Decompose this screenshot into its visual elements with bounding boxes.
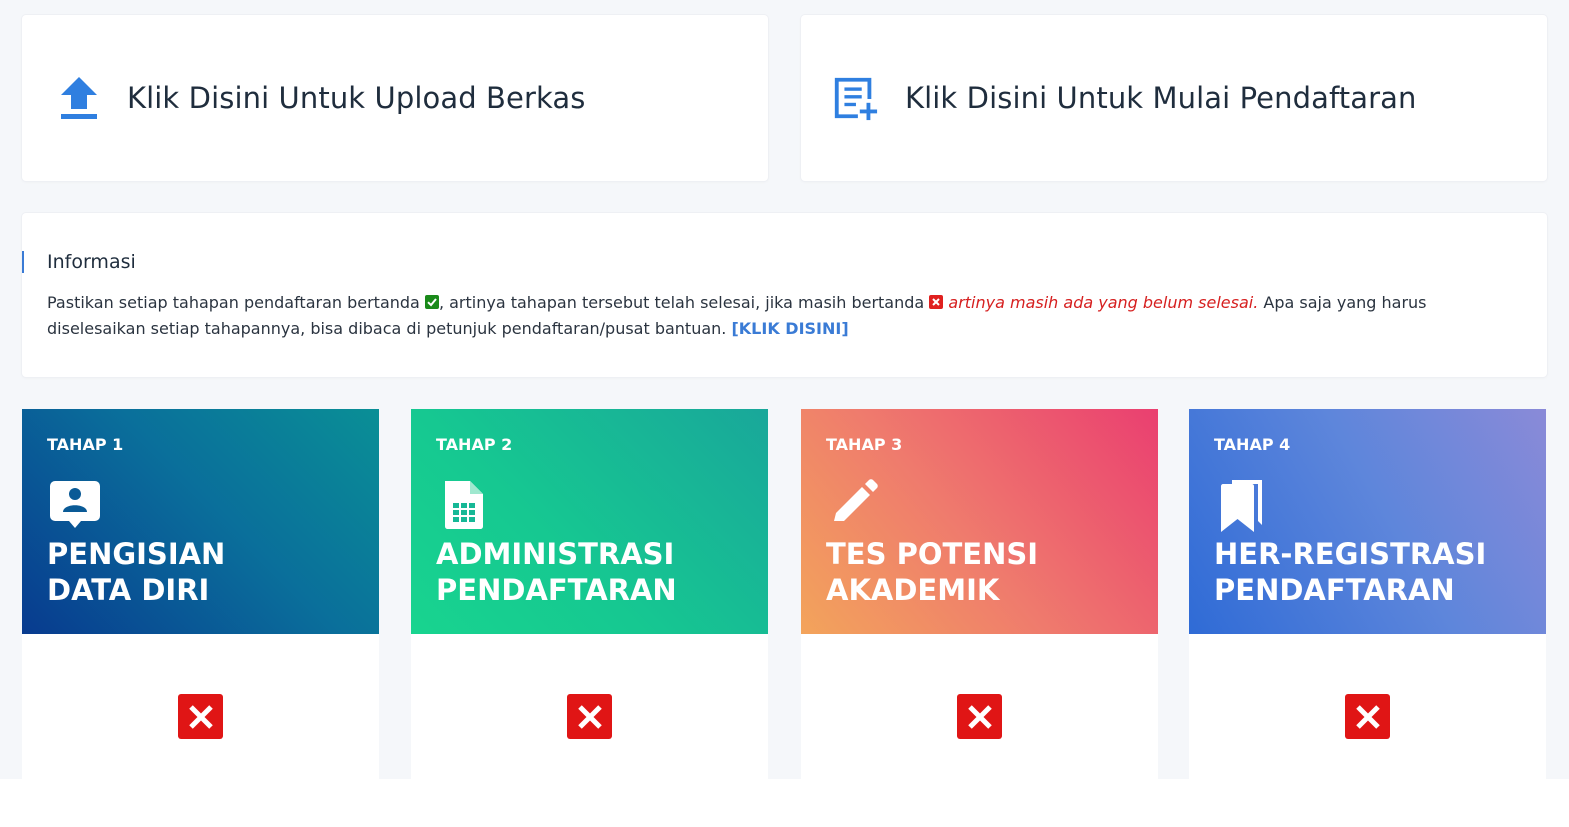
informasi-accent-bar (22, 251, 24, 273)
informasi-card: Informasi Pastikan setiap tahapan pendaf… (22, 213, 1547, 377)
informasi-title: Informasi (47, 251, 136, 273)
bookmarks-icon (1214, 477, 1270, 533)
stage-name: PENGISIAN DATA DIRI (47, 536, 225, 608)
informasi-text: Pastikan setiap tahapan pendaftaran bert… (47, 290, 1487, 342)
stage-tag: TAHAP 2 (436, 435, 513, 454)
upload-icon (55, 74, 103, 122)
mulai-pendaftaran-card[interactable]: Klik Disini Untuk Mulai Pendaftaran (801, 15, 1547, 181)
stage-name: HER-REGISTRASI PENDAFTARAN (1214, 536, 1486, 608)
stage-card-2[interactable]: TAHAP 2 ADMINISTRASI PENDAFTARAN (411, 409, 768, 779)
status-incomplete-icon (957, 694, 1002, 739)
stage-name-line-1: HER-REGISTRASI (1214, 537, 1487, 571)
pencil-icon (826, 477, 882, 533)
stage-header-3: TAHAP 3 TES POTENSI AKADEMIK (801, 409, 1158, 634)
stage-name-line-2: DATA DIRI (47, 573, 210, 607)
upload-berkas-card[interactable]: Klik Disini Untuk Upload Berkas (22, 15, 768, 181)
stage-header-4: TAHAP 4 HER-REGISTRASI PENDAFTARAN (1189, 409, 1546, 634)
check-icon (424, 295, 439, 309)
stage-card-4[interactable]: TAHAP 4 HER-REGISTRASI PENDAFTARAN (1189, 409, 1546, 779)
cross-icon (929, 295, 944, 309)
informasi-text-2: , artinya tahapan tersebut telah selesai… (438, 293, 930, 312)
informasi-text-1: Pastikan setiap tahapan pendaftaran bert… (47, 293, 425, 312)
stage-card-3[interactable]: TAHAP 3 TES POTENSI AKADEMIK (801, 409, 1158, 779)
mulai-pendaftaran-label: Klik Disini Untuk Mulai Pendaftaran (905, 81, 1417, 115)
stage-header-1: TAHAP 1 PENGISIAN DATA DIRI (22, 409, 379, 634)
status-incomplete-icon (1345, 694, 1390, 739)
stage-tag: TAHAP 4 (1214, 435, 1291, 454)
stage-name-line-2: PENDAFTARAN (436, 573, 677, 607)
status-incomplete-icon (567, 694, 612, 739)
stage-name-line-2: PENDAFTARAN (1214, 573, 1455, 607)
upload-berkas-label: Klik Disini Untuk Upload Berkas (127, 81, 586, 115)
stage-name-line-1: PENGISIAN (47, 537, 226, 571)
stage-name: ADMINISTRASI PENDAFTARAN (436, 536, 677, 608)
stage-tag: TAHAP 3 (826, 435, 903, 454)
note-add-icon (831, 74, 879, 122)
stage-name-line-2: AKADEMIK (826, 573, 1000, 607)
stage-card-1[interactable]: TAHAP 1 PENGISIAN DATA DIRI (22, 409, 379, 779)
stage-tag: TAHAP 1 (47, 435, 124, 454)
klik-disini-link[interactable]: [KLIK DISINI] (731, 319, 848, 338)
stage-header-2: TAHAP 2 ADMINISTRASI PENDAFTARAN (411, 409, 768, 634)
status-incomplete-icon (178, 694, 223, 739)
contact-card-icon (47, 477, 103, 533)
stage-name-line-1: TES POTENSI (826, 537, 1039, 571)
dashboard-page: Klik Disini Untuk Upload Berkas Klik Dis… (0, 0, 1569, 779)
spreadsheet-file-icon (436, 477, 492, 533)
stage-name-line-1: ADMINISTRASI (436, 537, 675, 571)
stage-name: TES POTENSI AKADEMIK (826, 536, 1038, 608)
informasi-warning-text: artinya masih ada yang belum selesai. (948, 293, 1259, 312)
